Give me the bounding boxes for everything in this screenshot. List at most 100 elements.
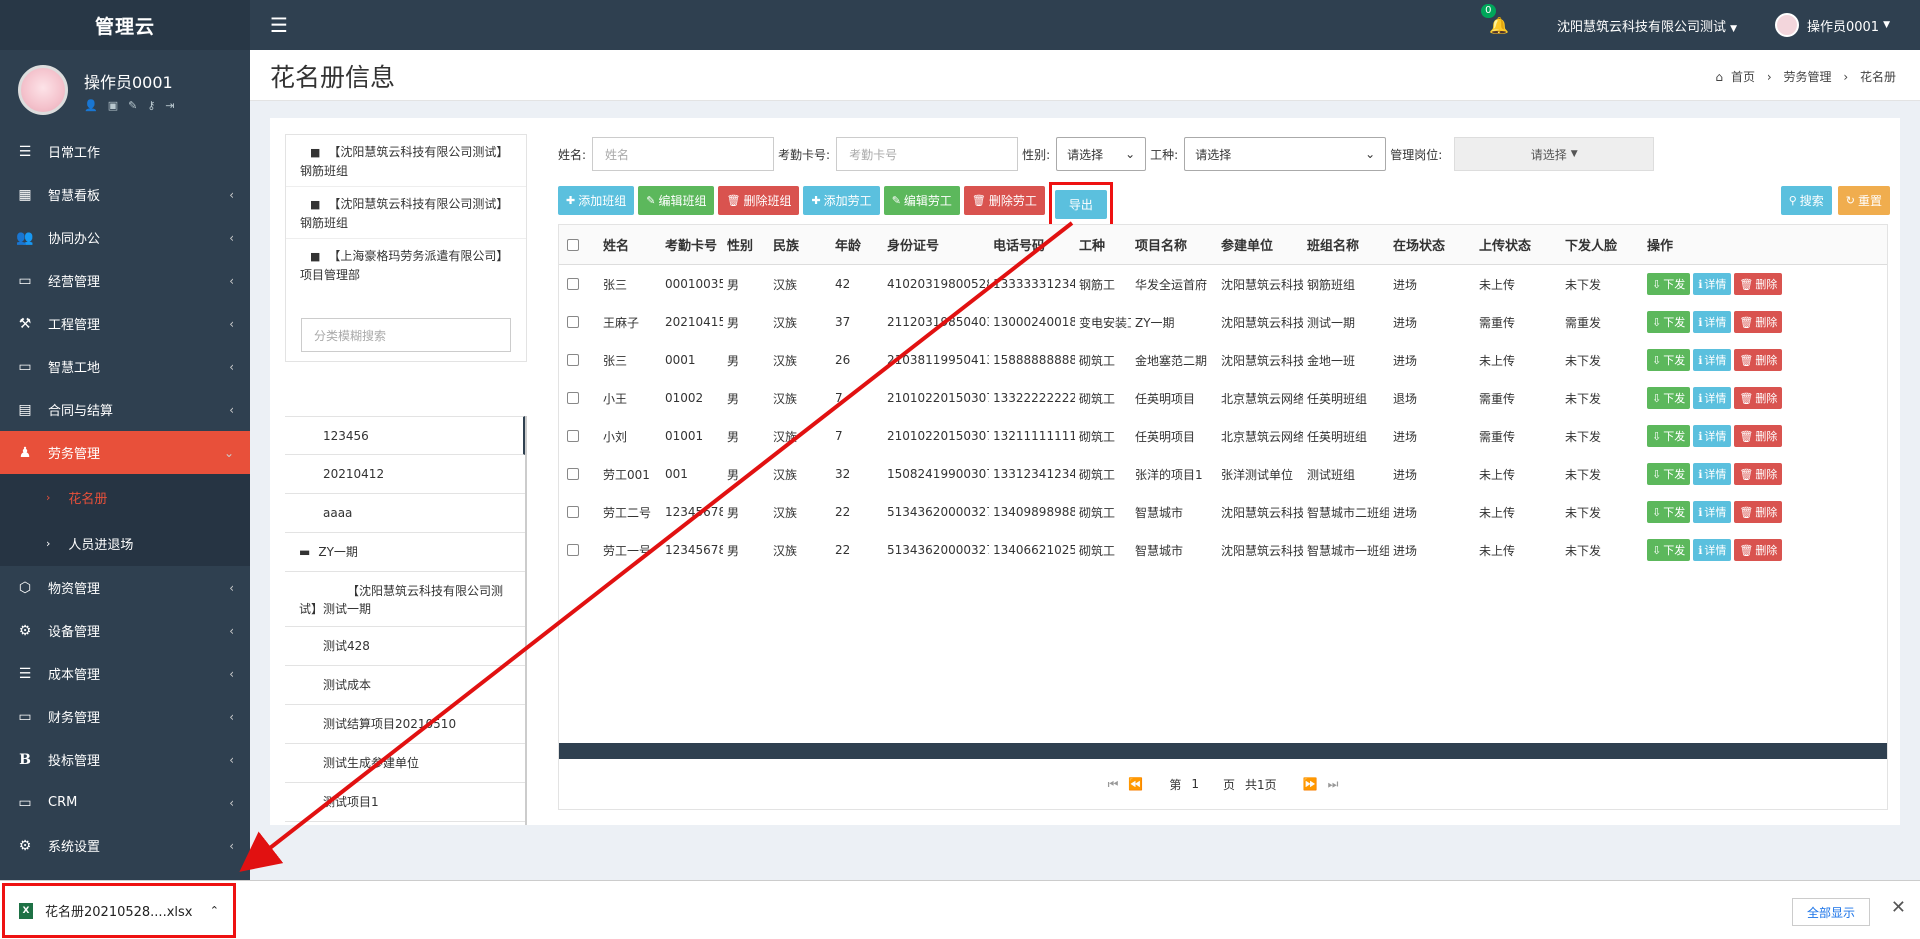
delete-worker-button[interactable]: 🗑 删除劳工	[963, 186, 1045, 215]
column-header[interactable]: 工种	[1075, 235, 1131, 254]
column-header[interactable]: 民族	[769, 235, 831, 254]
job-select[interactable]: 请选择 ⌄	[1184, 137, 1387, 171]
delete-button[interactable]: 🗑 删除	[1734, 501, 1783, 523]
select-all-checkbox[interactable]	[567, 238, 579, 251]
list-item[interactable]: 123456	[285, 416, 525, 455]
detail-button[interactable]: ℹ 详情	[1693, 387, 1732, 409]
list-item[interactable]: 20210412	[285, 455, 525, 494]
sidebar-item-materials[interactable]: ⬡ 物资管理 ‹	[0, 566, 250, 609]
detail-button[interactable]: ℹ 详情	[1693, 349, 1732, 371]
delete-button[interactable]: 🗑 删除	[1734, 539, 1783, 561]
prev-page-icon[interactable]: ⏪	[1128, 777, 1143, 791]
row-checkbox[interactable]	[567, 278, 579, 290]
column-header[interactable]: 上传状态	[1475, 235, 1561, 254]
column-header[interactable]: 性别	[723, 235, 769, 254]
detail-button[interactable]: ℹ 详情	[1693, 273, 1732, 295]
row-checkbox[interactable]	[567, 468, 579, 480]
search-button[interactable]: ⚲ 搜索	[1780, 186, 1832, 215]
list-item[interactable]: 【沈阳慧筑云科技有限公司测试】测试一期	[285, 572, 525, 627]
close-icon[interactable]: ✕	[1891, 897, 1906, 918]
download-item[interactable]: X 花名册20210528....xlsx ⌃	[2, 883, 236, 938]
reset-button[interactable]: ↻ 重置	[1837, 186, 1890, 215]
row-checkbox[interactable]	[567, 354, 579, 366]
key-icon[interactable]: ⚷	[147, 99, 155, 112]
table-row[interactable]: 小王 01002 男 汉族 7 210102201503072 13322222222 砌筑工…	[559, 379, 1887, 417]
table-row[interactable]: 张三 00010035 男 汉族 42 410203198005281 1333333123…	[559, 265, 1887, 303]
list-item[interactable]: 测试成本	[285, 666, 525, 705]
edit-worker-button[interactable]: ✎ 编辑劳工	[883, 186, 960, 215]
sidebar-item-contract[interactable]: ▤ 合同与结算 ‹	[0, 388, 250, 431]
id-card-icon[interactable]: ▣	[108, 99, 118, 112]
list-item[interactable]: aaaa	[285, 494, 525, 533]
delete-button[interactable]: 🗑 删除	[1734, 425, 1783, 447]
user-dropdown[interactable]: 操作员0001 ▼	[1774, 13, 1890, 37]
row-checkbox[interactable]	[567, 506, 579, 518]
sidebar-item-finance[interactable]: ▭ 财务管理 ‹	[0, 695, 250, 738]
add-worker-button[interactable]: ✚ 添加劳工	[803, 186, 880, 215]
table-row[interactable]: 王麻子 202104150 男 汉族 37 211203198504030 13000240…	[559, 303, 1887, 341]
export-button[interactable]: 导出	[1054, 190, 1107, 219]
breadcrumb-labor[interactable]: 劳务管理	[1784, 70, 1832, 84]
sidebar-item-smart-board[interactable]: ▦ 智慧看板 ‹	[0, 173, 250, 216]
column-header[interactable]: 下发人脸	[1561, 235, 1643, 254]
sidebar-item-engineering[interactable]: ⚒ 工程管理 ‹	[0, 302, 250, 345]
detail-button[interactable]: ℹ 详情	[1693, 425, 1732, 447]
next-page-icon[interactable]: ⏩	[1303, 777, 1318, 791]
list-item[interactable]: 测试428	[285, 627, 525, 666]
list-item[interactable]: 测试生成参建单位	[285, 744, 525, 783]
issue-button[interactable]: ⇩ 下发	[1647, 387, 1691, 409]
delete-team-button[interactable]: 🗑 删除班组	[718, 186, 800, 215]
list-item[interactable]: 测试结算项目20210510	[285, 705, 525, 744]
table-row[interactable]: 劳工一号 12345678 男 汉族 22 513436200003276 13406621…	[559, 531, 1887, 569]
sidebar-item-collab[interactable]: 👥 协同办公 ‹	[0, 216, 250, 259]
notifications-bell-icon[interactable]: 🔔 0	[1481, 3, 1509, 35]
detail-button[interactable]: ℹ 详情	[1693, 501, 1732, 523]
delete-button[interactable]: 🗑 删除	[1734, 349, 1783, 371]
delete-button[interactable]: 🗑 删除	[1734, 463, 1783, 485]
horizontal-scrollbar[interactable]	[559, 743, 1887, 759]
gender-select[interactable]: 请选择 ⌄	[1056, 137, 1147, 171]
column-header[interactable]: 班组名称	[1303, 235, 1389, 254]
first-page-icon[interactable]: ⏮	[1108, 777, 1119, 792]
name-input[interactable]: 姓名	[592, 137, 775, 171]
edit-icon[interactable]: ✎	[128, 99, 137, 112]
table-row[interactable]: 劳工二号 12345678 男 汉族 22 513436200003276 13409898…	[559, 493, 1887, 531]
chevron-up-icon[interactable]: ⌃	[210, 904, 219, 917]
card-number-input[interactable]: 考勤卡号	[836, 137, 1019, 171]
page-number[interactable]: 1	[1191, 777, 1199, 791]
tree-item-team[interactable]: ■ 【沈阳慧筑云科技有限公司测试】钢筋班组	[286, 135, 526, 187]
table-row[interactable]: 张三 0001 男 汉族 26 210381199504131 15888888888 砌筑工…	[559, 341, 1887, 379]
sidebar-item-bidding[interactable]: B 投标管理 ‹	[0, 738, 250, 781]
profile-icon[interactable]: 👤	[84, 99, 98, 112]
issue-button[interactable]: ⇩ 下发	[1647, 349, 1691, 371]
table-row[interactable]: 小刘 01001 男 汉族 7 210102201503071 13211111111 砌筑工…	[559, 417, 1887, 455]
company-dropdown[interactable]: 沈阳慧筑云科技有限公司测试 ▼	[1557, 16, 1737, 35]
issue-button[interactable]: ⇩ 下发	[1647, 463, 1691, 485]
table-row[interactable]: 劳工001 001 男 汉族 32 150824199003077 13312341234 砌…	[559, 455, 1887, 493]
collapse-icon[interactable]: ▬	[299, 545, 310, 559]
detail-button[interactable]: ℹ 详情	[1693, 311, 1732, 333]
row-checkbox[interactable]	[567, 316, 579, 328]
tree-item-team[interactable]: ■ 【上海豪格玛劳务派遣有限公司】项目管理部	[286, 239, 526, 290]
issue-button[interactable]: ⇩ 下发	[1647, 425, 1691, 447]
row-checkbox[interactable]	[567, 544, 579, 556]
tree-search-input[interactable]: 分类模糊搜索	[301, 318, 511, 352]
detail-button[interactable]: ℹ 详情	[1693, 463, 1732, 485]
column-header[interactable]: 身份证号	[883, 235, 989, 254]
delete-button[interactable]: 🗑 删除	[1734, 273, 1783, 295]
row-checkbox[interactable]	[567, 392, 579, 404]
row-checkbox[interactable]	[567, 430, 579, 442]
column-header[interactable]: 项目名称	[1131, 235, 1217, 254]
sidebar-toggle-icon[interactable]: ☰	[270, 13, 288, 37]
sidebar-item-business[interactable]: ▭ 经营管理 ‹	[0, 259, 250, 302]
project-list[interactable]: 123456 20210412 aaaa ▬ ZY一期 【沈阳慧筑云科技有限公司测…	[285, 416, 527, 825]
post-select[interactable]: 请选择 ▼	[1454, 137, 1655, 171]
list-item[interactable]: ▬ ZY一期	[285, 533, 525, 572]
detail-button[interactable]: ℹ 详情	[1693, 539, 1732, 561]
list-item[interactable]: 测试项目1	[285, 783, 525, 822]
sidebar-subitem-entry-exit[interactable]: › 人员进退场	[0, 520, 250, 566]
delete-button[interactable]: 🗑 删除	[1734, 311, 1783, 333]
add-team-button[interactable]: ✚ 添加班组	[558, 186, 635, 215]
sidebar-item-settings[interactable]: ⚙ 系统设置 ‹	[0, 824, 250, 867]
sidebar-item-cost[interactable]: ☰ 成本管理 ‹	[0, 652, 250, 695]
